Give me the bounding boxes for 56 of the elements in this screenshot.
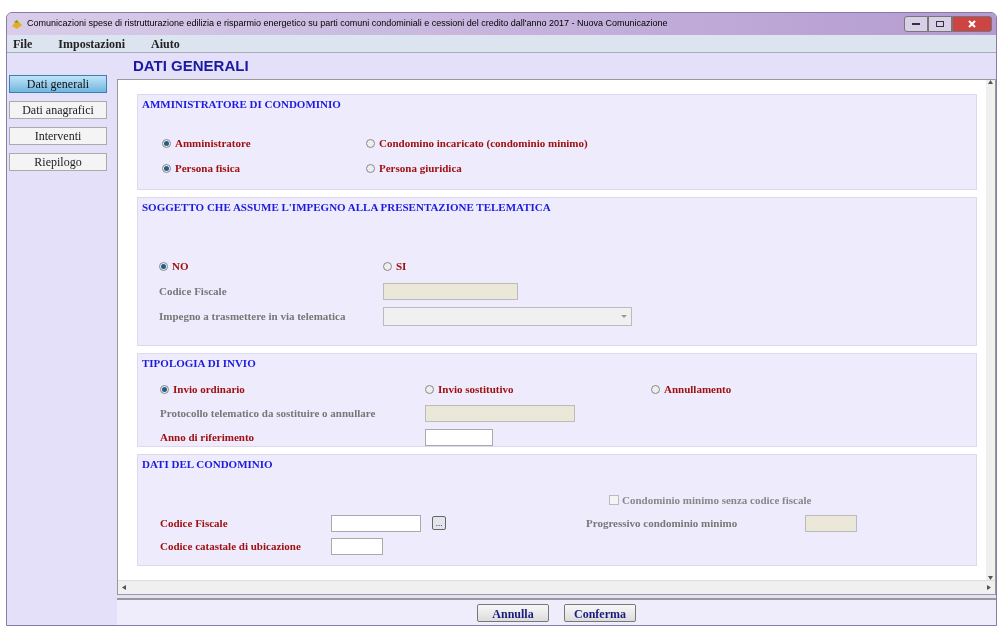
radio-button[interactable]: [366, 163, 375, 173]
radio-button[interactable]: [651, 385, 660, 394]
horizontal-scrollbar[interactable]: [118, 580, 995, 594]
field-label: Progressivo condominio minimo: [586, 515, 738, 531]
radio-label: Invio sostitutivo: [438, 382, 514, 398]
minimize-button[interactable]: [904, 16, 928, 32]
radio-button[interactable]: [160, 385, 169, 394]
input-field[interactable]: [331, 537, 383, 555]
radio-label: Amministratore: [175, 135, 251, 151]
scroll-left-icon[interactable]: [122, 585, 126, 590]
maximize-button[interactable]: [928, 16, 952, 32]
dropdown-arrow-icon: [621, 314, 627, 318]
field-label: Anno di riferimento: [160, 430, 255, 446]
radio-button[interactable]: [159, 261, 168, 271]
menu-item[interactable]: Impostazioni: [58, 35, 125, 53]
section-title: DATI DEL CONDOMINIO: [141, 457, 273, 472]
checkbox-label: Condominio minimo senza codice fiscale: [622, 492, 812, 508]
sidebar-tab[interactable]: Interventi: [9, 127, 107, 145]
radio-label: NO: [172, 258, 189, 274]
radio-button[interactable]: [162, 138, 171, 148]
field-label: Protocollo telematico da sostituire o annullare: [160, 406, 376, 422]
input-field[interactable]: [331, 514, 421, 532]
dialog-button[interactable]: Annulla: [477, 603, 549, 622]
app-icon: [11, 18, 23, 30]
radio-button[interactable]: [162, 163, 171, 173]
vertical-scrollbar[interactable]: [986, 80, 995, 580]
field-label: Codice catastale di ubicazione: [160, 538, 301, 554]
radio-label: Annullamento: [664, 382, 732, 398]
radio-label: Condomino incaricato (condominio minimo): [379, 135, 588, 151]
scroll-up-icon[interactable]: [988, 80, 993, 84]
radio-label: Invio ordinario: [173, 382, 245, 398]
section-title: SOGGETTO CHE ASSUME L'IMPEGNO ALLA PRESENTAZIONE TELEMATICA: [141, 200, 551, 215]
radio-button[interactable]: [383, 261, 392, 271]
sidebar-tab[interactable]: Dati anagrafici: [9, 101, 107, 119]
section-title: AMMINISTRATORE DI CONDOMINIO: [141, 97, 341, 112]
sidebar-tab[interactable]: Dati generali: [9, 75, 107, 93]
dialog-button[interactable]: Conferma: [564, 603, 636, 622]
section-title: TIPOLOGIA DI INVIO: [141, 356, 256, 371]
menu-item[interactable]: Aiuto: [151, 35, 180, 53]
radio-label: SI: [396, 258, 407, 274]
menu-item[interactable]: File: [13, 35, 33, 53]
browse-button[interactable]: ...: [432, 516, 446, 530]
page-title: DATI GENERALI: [133, 55, 249, 76]
field-label: Codice Fiscale: [160, 515, 228, 531]
radio-label: Persona giuridica: [379, 160, 462, 176]
scroll-right-icon[interactable]: [987, 585, 991, 590]
input-field[interactable]: [425, 429, 493, 446]
field-label: Impegno a trasmettere in via telematica: [159, 308, 346, 324]
window-title: Comunicazioni spese di ristrutturazione edilizia e risparmio energetico su parti comuni condominiali e cessioni del credito dall'anno 2017 - Nuova Comunicazione: [27, 17, 668, 31]
radio-button[interactable]: [366, 138, 375, 148]
sidebar-tab[interactable]: Riepilogo: [9, 153, 107, 171]
radio-button[interactable]: [425, 385, 434, 394]
close-button[interactable]: [952, 16, 992, 32]
radio-label: Persona fisica: [175, 160, 241, 176]
field-label: Codice Fiscale: [159, 283, 227, 299]
close-icon: [968, 20, 976, 28]
